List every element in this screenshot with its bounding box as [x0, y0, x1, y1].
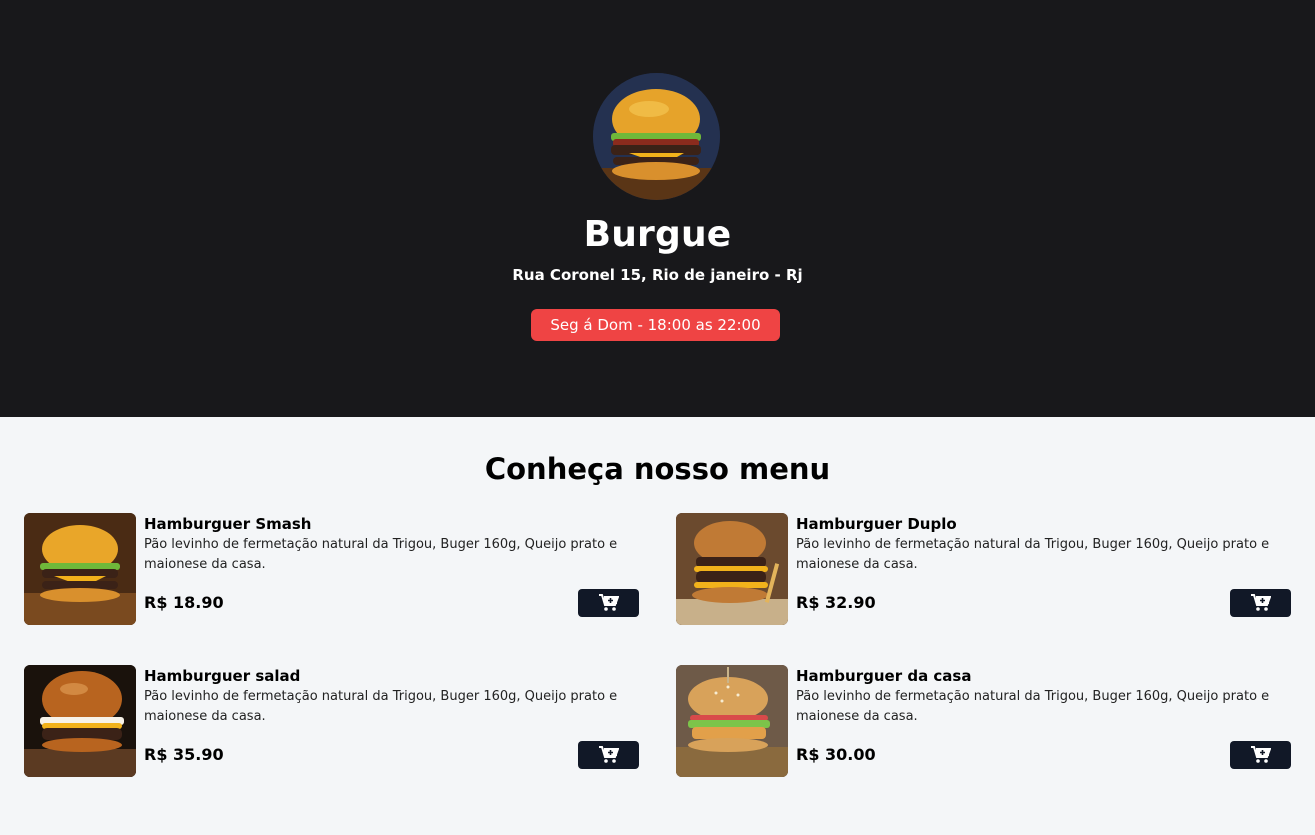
add-to-cart-button[interactable] — [1230, 741, 1291, 769]
product-name: Hamburguer da casa — [796, 667, 972, 685]
product-name: Hamburguer salad — [144, 667, 301, 685]
restaurant-address: Rua Coronel 15, Rio de janeiro - Rj — [512, 266, 803, 284]
product-price: R$ 32.90 — [796, 593, 876, 612]
product-description: Pão levinho de fermetação natural da Tri… — [796, 689, 1270, 724]
add-to-cart-icon — [1250, 746, 1271, 763]
product-image — [24, 513, 136, 625]
product-info: Hamburguer da casa Pão levinho de fermet… — [796, 665, 1291, 777]
menu-item: Hamburguer salad Pão levinho de fermetaç… — [24, 665, 639, 777]
product-name: Hamburguer Duplo — [796, 515, 957, 533]
restaurant-name: Burgue — [583, 214, 732, 255]
product-price: R$ 30.00 — [796, 745, 876, 764]
burger-logo-image — [593, 73, 720, 200]
product-price: R$ 35.90 — [144, 745, 224, 764]
product-price: R$ 18.90 — [144, 593, 224, 612]
product-image — [676, 665, 788, 777]
menu-item: Hamburguer Smash Pão levinho de fermetaç… — [24, 513, 639, 625]
product-image — [676, 513, 788, 625]
product-description: Pão levinho de fermetação natural da Tri… — [144, 689, 618, 724]
product-info: Hamburguer salad Pão levinho de fermetaç… — [144, 665, 639, 777]
add-to-cart-icon — [598, 594, 619, 611]
product-description: Pão levinho de fermetação natural da Tri… — [144, 537, 618, 572]
product-name: Hamburguer Smash — [144, 515, 312, 533]
opening-hours-badge: Seg á Dom - 18:00 as 22:00 — [531, 309, 780, 341]
add-to-cart-button[interactable] — [578, 741, 639, 769]
add-to-cart-icon — [598, 746, 619, 763]
menu-grid: Hamburguer Smash Pão levinho de fermetaç… — [24, 513, 1291, 777]
add-to-cart-icon — [1250, 594, 1271, 611]
product-info: Hamburguer Duplo Pão levinho de fermetaç… — [796, 513, 1291, 625]
menu-title: Conheça nosso menu — [484, 452, 831, 486]
restaurant-header: Burgue Rua Coronel 15, Rio de janeiro - … — [0, 0, 1315, 417]
add-to-cart-button[interactable] — [578, 589, 639, 617]
product-description: Pão levinho de fermetação natural da Tri… — [796, 537, 1270, 572]
menu-item: Hamburguer da casa Pão levinho de fermet… — [676, 665, 1291, 777]
product-info: Hamburguer Smash Pão levinho de fermetaç… — [144, 513, 639, 625]
add-to-cart-button[interactable] — [1230, 589, 1291, 617]
menu-item: Hamburguer Duplo Pão levinho de fermetaç… — [676, 513, 1291, 625]
product-image — [24, 665, 136, 777]
restaurant-logo — [593, 73, 720, 200]
